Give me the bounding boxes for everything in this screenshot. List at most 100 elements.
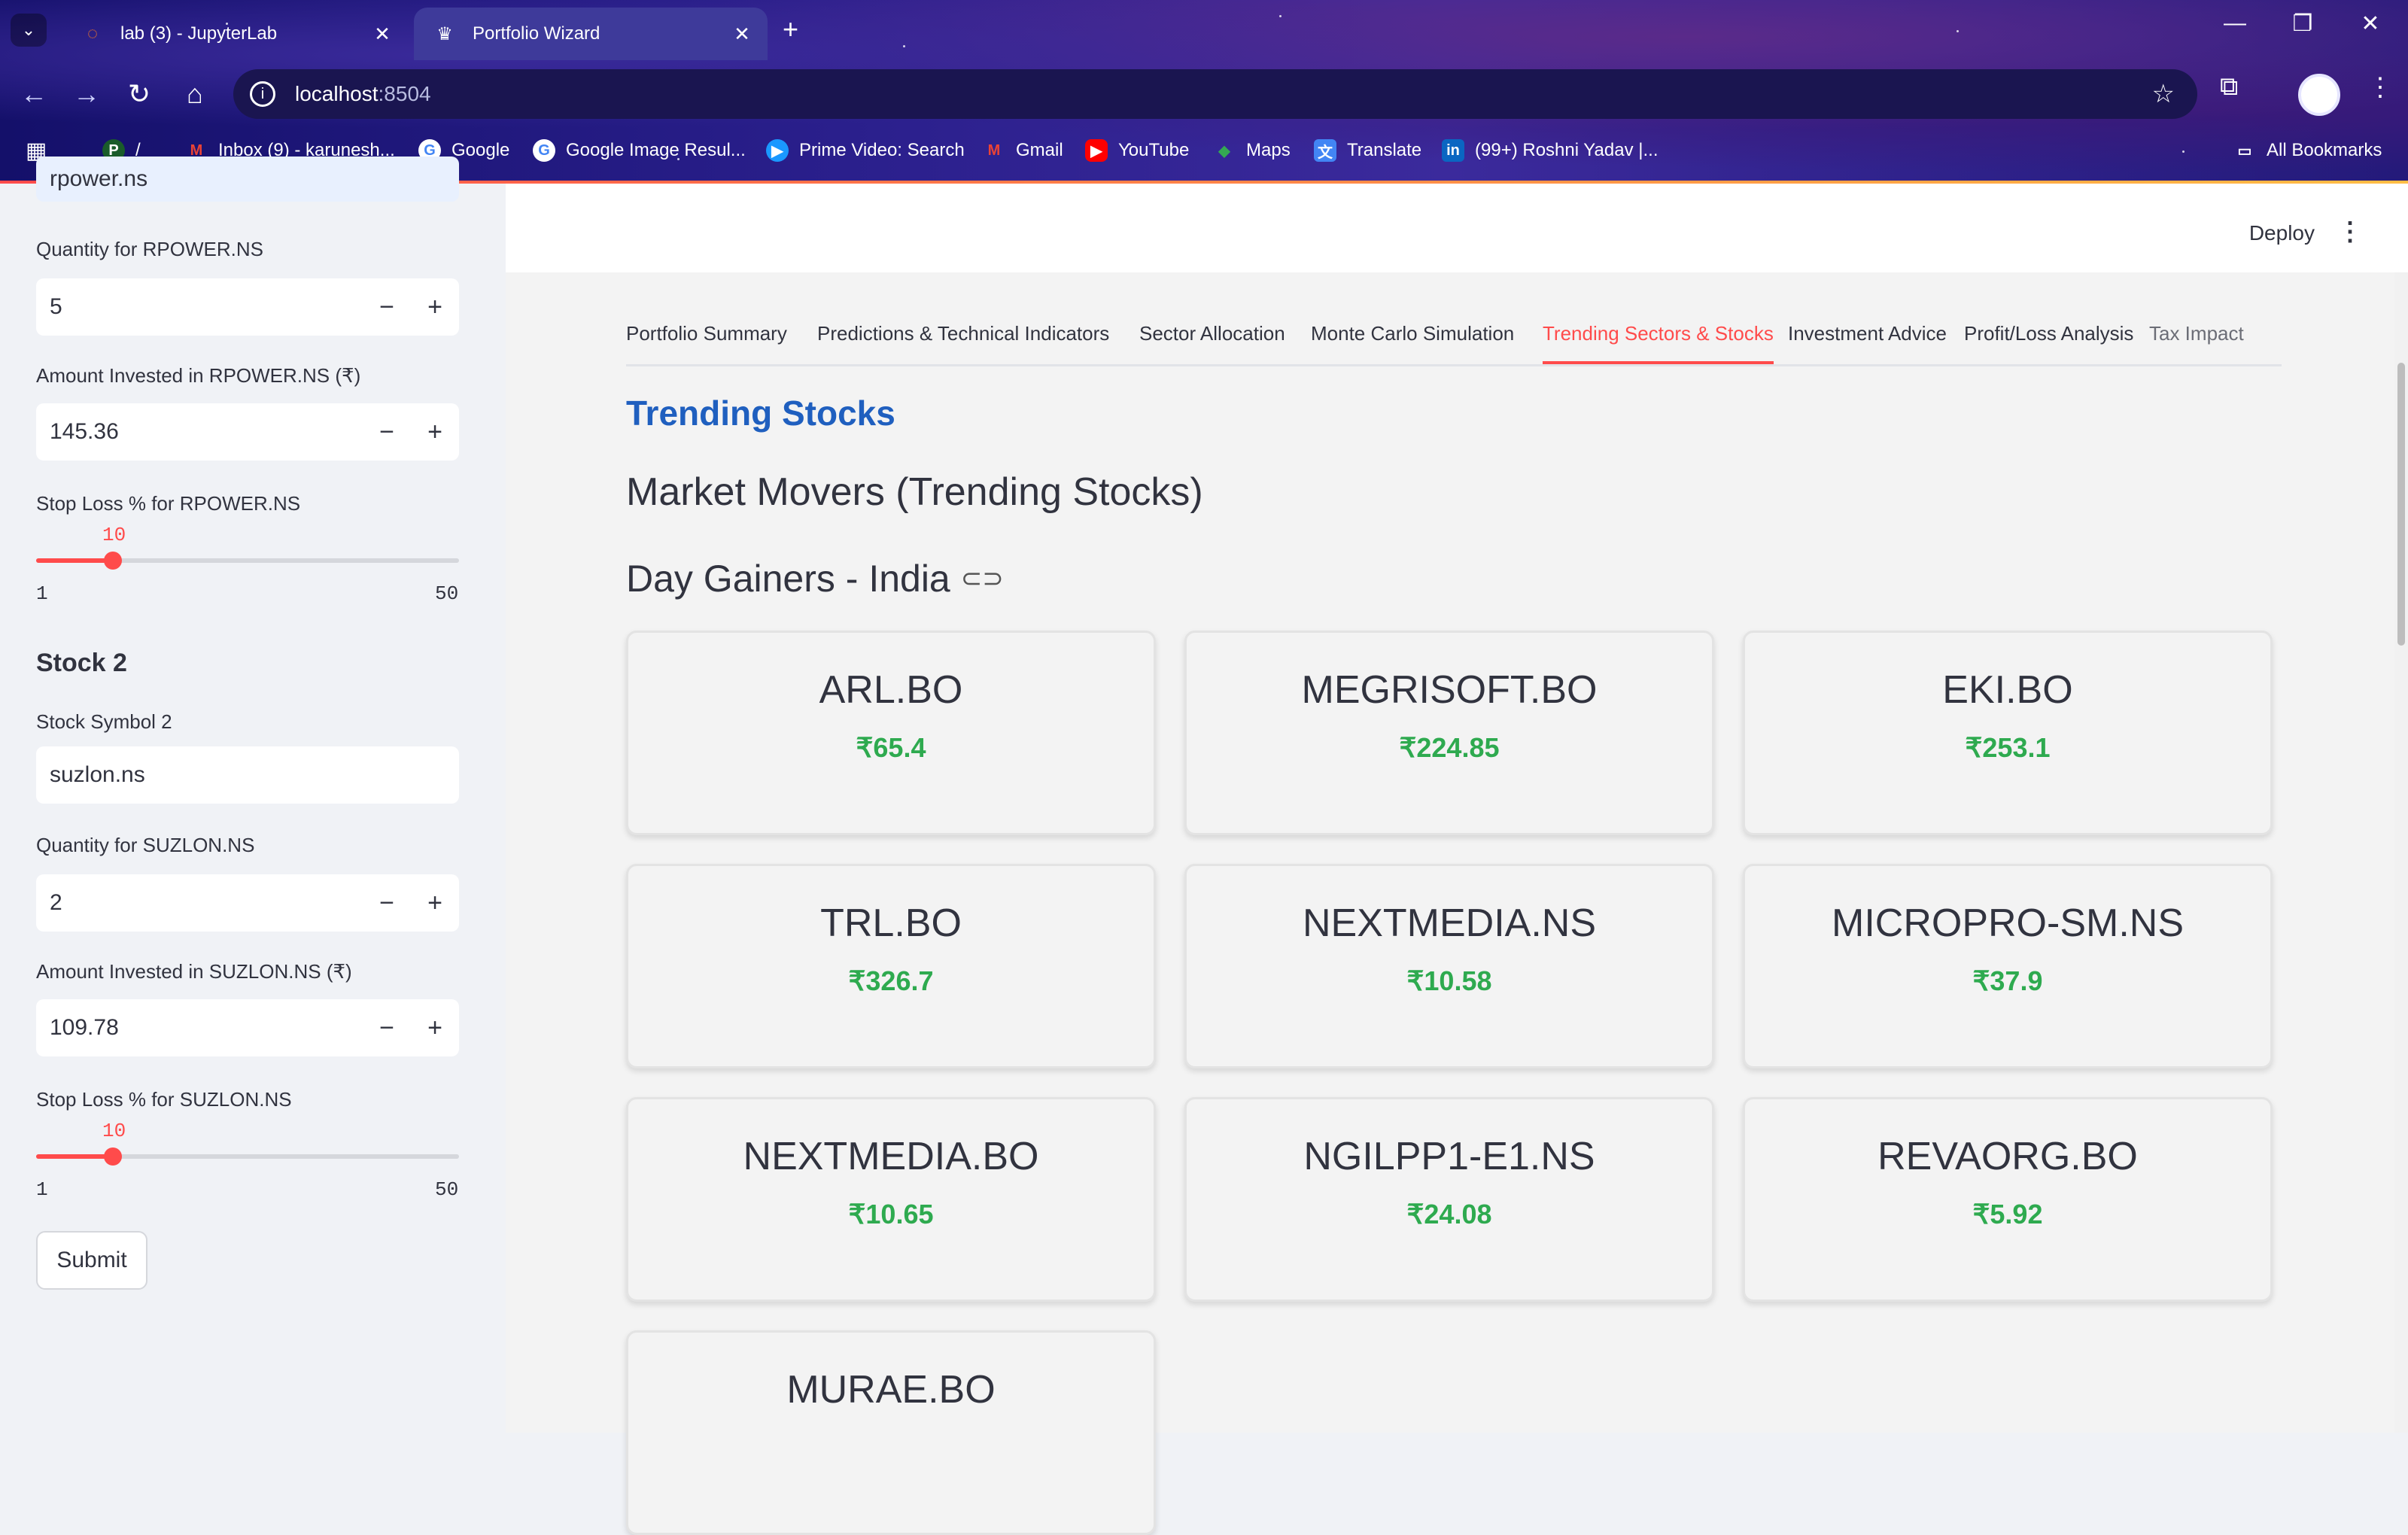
bookmark-linkedin[interactable]: in (99+) Roshni Yadav |... [1442, 129, 1658, 172]
stock-card: REVAORG.BO ₹5.92 [1743, 1097, 2273, 1302]
link-icon[interactable]: ⊂⊃ [961, 564, 1004, 594]
tab-monte-carlo[interactable]: Monte Carlo Simulation [1311, 322, 1514, 364]
slider-value: 10 [102, 1120, 126, 1142]
url-host: localhost [295, 82, 379, 105]
stock-card: MURAE.BO [626, 1330, 1156, 1535]
reload-icon[interactable]: ↻ [120, 78, 158, 110]
bookmark-translate[interactable]: 文 Translate [1314, 129, 1421, 172]
google-icon: G [533, 139, 555, 162]
tab-search-button[interactable]: ⌄ [11, 14, 47, 47]
stock-symbol: NEXTMEDIA.BO [743, 1135, 1039, 1178]
tab-sector-allocation[interactable]: Sector Allocation [1139, 322, 1285, 364]
bookmark-star-icon[interactable]: ☆ [2152, 79, 2175, 109]
stock-card: NEXTMEDIA.BO ₹10.65 [626, 1097, 1156, 1302]
stoploss-slider[interactable] [36, 552, 459, 570]
stock-symbol: ARL.BO [819, 668, 963, 712]
plus-icon[interactable]: + [411, 293, 459, 322]
stock-price: ₹326.7 [848, 965, 934, 996]
browser-tab-jupyterlab[interactable]: ◌ lab (3) - JupyterLab ✕ [62, 8, 408, 60]
amount-stepper[interactable]: 109.78 − + [36, 999, 459, 1056]
stock-price: ₹10.65 [848, 1199, 934, 1230]
home-icon[interactable]: ⌂ [176, 78, 214, 110]
tab-investment-advice[interactable]: Investment Advice [1788, 322, 1947, 364]
scrollbar-thumb[interactable] [2397, 363, 2405, 646]
slider-max: 50 [435, 1178, 459, 1201]
bookmark-prime-video[interactable]: ▶ Prime Video: Search [766, 129, 965, 172]
close-icon[interactable]: ✕ [367, 23, 397, 46]
folder-icon: ▭ [2237, 142, 2252, 160]
restore-icon[interactable]: ❐ [2280, 11, 2325, 37]
quantity-stepper[interactable]: 5 − + [36, 278, 459, 336]
stock-symbol: MEGRISOFT.BO [1301, 668, 1598, 712]
map-pin-icon: ◆ [1218, 142, 1230, 160]
info-icon[interactable]: i [250, 81, 275, 107]
tab-trending[interactable]: Trending Sectors & Stocks [1543, 322, 1774, 364]
symbol-label: Stock Symbol 2 [36, 710, 172, 733]
amount-label: Amount Invested in SUZLON.NS (₹) [36, 960, 352, 983]
address-bar[interactable]: i localhost :8504 ☆ [233, 69, 2197, 119]
submit-button[interactable]: Submit [36, 1231, 147, 1290]
stock-price: ₹224.85 [1399, 732, 1500, 763]
stoploss-label: Stop Loss % for RPOWER.NS [36, 492, 301, 515]
youtube-icon: ▶ [1085, 139, 1108, 162]
stock-symbol: NGILPP1-E1.NS [1303, 1135, 1595, 1178]
amount-value: 109.78 [50, 1015, 119, 1040]
bookmark-maps[interactable]: ◆ Maps [1213, 129, 1290, 172]
stock-symbol-2-input[interactable]: suzlon.ns [36, 746, 459, 804]
minus-icon[interactable]: − [363, 889, 411, 918]
minus-icon[interactable]: − [363, 293, 411, 322]
main-menu-icon[interactable]: ⋮ [2337, 217, 2363, 247]
menu-icon[interactable]: ⋮ [2367, 72, 2393, 102]
minus-icon[interactable]: − [363, 1014, 411, 1043]
stock-card: MEGRISOFT.BO ₹224.85 [1184, 631, 1714, 835]
translate-icon: 文 [1314, 139, 1336, 162]
slider-handle[interactable] [104, 1147, 122, 1166]
tab-portfolio-summary[interactable]: Portfolio Summary [626, 322, 787, 364]
scrollbar[interactable] [2394, 272, 2408, 1433]
quantity-stepper[interactable]: 2 − + [36, 874, 459, 932]
plus-icon[interactable]: + [411, 889, 459, 918]
back-icon[interactable]: ← [15, 78, 53, 110]
stock-price: ₹10.58 [1406, 965, 1492, 996]
bookmark-google-image[interactable]: G Google Image Resul... [533, 129, 746, 172]
bookmark-gmail[interactable]: M Gmail [983, 129, 1063, 172]
main-content: Deploy ⋮ Portfolio Summary Predictions &… [506, 184, 2408, 1535]
jupyter-icon: ◌ [87, 23, 99, 44]
tab-profit-loss[interactable]: Profit/Loss Analysis [1964, 322, 2133, 364]
all-bookmarks[interactable]: ▭ All Bookmarks [2233, 129, 2382, 172]
stoploss-slider[interactable] [36, 1147, 459, 1166]
sidebar: rpower.ns Quantity for RPOWER.NS 5 − + A… [0, 157, 506, 1433]
extensions-icon[interactable]: ⧉ [2220, 72, 2238, 102]
stock-symbol-1-input[interactable]: rpower.ns [36, 157, 459, 202]
new-tab-button[interactable]: + [783, 14, 798, 45]
forward-icon[interactable]: → [68, 78, 105, 110]
stock-card: NGILPP1-E1.NS ₹24.08 [1184, 1097, 1714, 1302]
plus-icon[interactable]: + [411, 1014, 459, 1043]
slider-max: 50 [435, 582, 459, 605]
plus-icon[interactable]: + [411, 418, 459, 447]
tab-tax-impact[interactable]: Tax Impact [2149, 322, 2244, 364]
close-icon[interactable]: ✕ [727, 23, 757, 46]
avatar[interactable] [2298, 74, 2340, 116]
stock-price: ₹24.08 [1406, 1199, 1492, 1230]
qty-label: Quantity for SUZLON.NS [36, 834, 255, 856]
stock-price: ₹65.4 [856, 732, 926, 763]
slider-handle[interactable] [104, 552, 122, 570]
bookmark-youtube[interactable]: ▶ YouTube [1085, 129, 1189, 172]
amount-stepper[interactable]: 145.36 − + [36, 403, 459, 460]
stock-symbol: TRL.BO [820, 901, 962, 945]
minus-icon[interactable]: − [363, 418, 411, 447]
slider-value: 10 [102, 524, 126, 546]
stock-symbol: MURAE.BO [786, 1368, 996, 1412]
stock-card: ARL.BO ₹65.4 [626, 631, 1156, 835]
day-gainers-heading: Day Gainers - India ⊂⊃ [626, 557, 1004, 600]
deploy-button[interactable]: Deploy [2249, 221, 2315, 245]
stock-price: ₹37.9 [1972, 965, 2043, 996]
close-window-icon[interactable]: ✕ [2348, 11, 2393, 37]
slider-min: 1 [36, 1178, 48, 1201]
tab-predictions[interactable]: Predictions & Technical Indicators [817, 322, 1109, 364]
browser-tab-portfolio-wizard[interactable]: ♛ Portfolio Wizard ✕ [414, 8, 768, 60]
minimize-icon[interactable]: — [2212, 11, 2258, 36]
amount-value: 145.36 [50, 419, 119, 444]
tab-title: Portfolio Wizard [473, 23, 600, 44]
